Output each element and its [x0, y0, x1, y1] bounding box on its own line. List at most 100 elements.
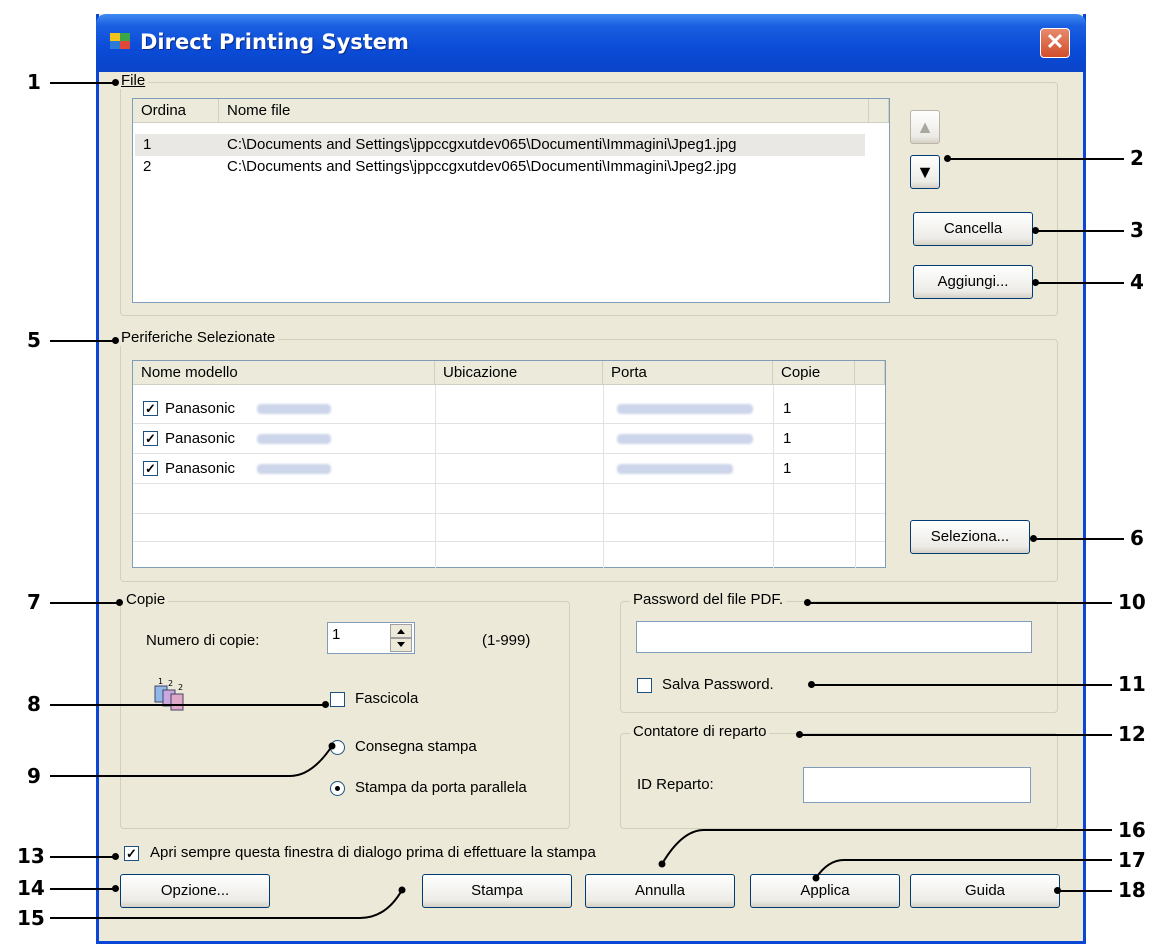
- stampa-label: Stampa: [471, 882, 523, 899]
- callout-number-8: 8: [27, 692, 41, 716]
- callout-number-15: 15: [17, 906, 45, 930]
- column-header-copie[interactable]: Copie: [773, 361, 855, 385]
- pdf-password-field[interactable]: [636, 621, 1032, 653]
- radio-parallela-label: Stampa da porta parallela: [355, 779, 527, 796]
- callout-line-1: [50, 82, 116, 84]
- column-header-ubicazione[interactable]: Ubicazione: [435, 361, 603, 385]
- seleziona-button[interactable]: Seleziona...: [910, 520, 1030, 554]
- file-list[interactable]: Ordina Nome file 1 C:\Documents and Sett…: [132, 98, 890, 303]
- callout-line-15: [50, 886, 406, 919]
- callout-dot-1: [112, 79, 119, 86]
- callout-line-12: [800, 734, 1112, 736]
- file-path: C:\Documents and Settings\jppccgxutdev06…: [227, 158, 737, 175]
- annulla-label: Annulla: [634, 882, 686, 899]
- device-copies: 1: [783, 430, 792, 447]
- device-checkbox[interactable]: ✓: [143, 401, 158, 416]
- copies-group-label: Copie: [123, 591, 169, 608]
- collate-checkbox[interactable]: [330, 692, 345, 707]
- callout-line-4: [1036, 282, 1124, 284]
- cancella-label: Cancella: [943, 220, 1003, 237]
- callout-dot-13: [112, 853, 119, 860]
- callout-line-10: [808, 602, 1112, 604]
- callout-number-10: 10: [1118, 590, 1146, 614]
- stampa-button[interactable]: Stampa: [422, 874, 572, 908]
- department-id-field[interactable]: [803, 767, 1031, 803]
- aggiungi-label: Aggiungi...: [937, 273, 1009, 290]
- column-header-nome-modello[interactable]: Nome modello: [133, 361, 435, 385]
- callout-dot-2: [944, 155, 951, 162]
- copies-number-value: 1: [332, 626, 341, 643]
- callout-number-2: 2: [1130, 146, 1144, 170]
- column-header-nome-file[interactable]: Nome file: [219, 99, 869, 123]
- pdf-password-group-label: Password del file PDF.: [630, 591, 787, 608]
- device-checkbox[interactable]: ✓: [143, 431, 158, 446]
- callout-dot-18: [1054, 887, 1061, 894]
- blurred-model: [257, 434, 331, 444]
- copies-range: (1-999): [482, 632, 531, 649]
- annulla-button[interactable]: Annulla: [585, 874, 735, 908]
- grid-line: [133, 423, 885, 424]
- collate-label: Fascicola: [355, 690, 419, 707]
- window-title: Direct Printing System: [140, 30, 409, 54]
- callout-line-11: [812, 684, 1112, 686]
- column-header-filler: [855, 361, 885, 385]
- callout-line-8: [50, 704, 326, 706]
- column-header-ordina[interactable]: Ordina: [133, 99, 219, 123]
- callout-number-13: 13: [17, 844, 45, 868]
- device-model: Panasonic: [165, 400, 236, 417]
- copies-number-label: Numero di copie:: [146, 632, 260, 649]
- always-open-checkbox[interactable]: ✓: [124, 846, 139, 861]
- radio-consegna-label: Consegna stampa: [355, 738, 477, 755]
- callout-number-5: 5: [27, 328, 41, 352]
- callout-line-7: [50, 602, 120, 604]
- grid-line: [133, 483, 885, 484]
- callout-line-2: [948, 158, 1124, 160]
- close-button[interactable]: ✕: [1040, 28, 1070, 58]
- callout-number-12: 12: [1118, 722, 1146, 746]
- callout-dot-4: [1032, 279, 1039, 286]
- device-checkbox[interactable]: ✓: [143, 461, 158, 476]
- radio-stampa-porta-parallela[interactable]: [330, 781, 345, 796]
- move-down-button[interactable]: ▼: [910, 155, 940, 189]
- pdf-password-group: [620, 601, 1058, 713]
- department-id-label: ID Reparto:: [637, 776, 714, 793]
- svg-text:1: 1: [158, 677, 163, 686]
- app-icon: [110, 33, 130, 49]
- callout-line-18: [1058, 890, 1112, 892]
- file-order: 2: [143, 158, 152, 175]
- devices-group-label: Periferiche Selezionate: [118, 329, 279, 346]
- callout-number-14: 14: [17, 876, 45, 900]
- aggiungi-button[interactable]: Aggiungi...: [913, 265, 1033, 299]
- copies-spinner-icon[interactable]: [390, 624, 412, 652]
- callout-number-18: 18: [1118, 878, 1146, 902]
- department-group-label: Contatore di reparto: [630, 723, 770, 740]
- grid-line: [133, 453, 885, 454]
- grid-line: [133, 513, 885, 514]
- device-model: Panasonic: [165, 460, 236, 477]
- file-order: 1: [143, 136, 152, 153]
- blurred-model: [257, 464, 331, 474]
- callout-dot-7: [116, 599, 123, 606]
- callout-number-6: 6: [1130, 526, 1144, 550]
- callout-line-13: [50, 856, 116, 858]
- column-header-porta[interactable]: Porta: [603, 361, 773, 385]
- callout-line-6: [1034, 538, 1124, 540]
- always-open-label: Apri sempre questa finestra di dialogo p…: [150, 844, 596, 861]
- callout-number-11: 11: [1118, 672, 1146, 696]
- callout-dot-10: [804, 599, 811, 606]
- blurred-model: [257, 404, 331, 414]
- callout-dot-5: [112, 337, 119, 344]
- blurred-port: [617, 464, 733, 474]
- collate-icon: 1 2 2: [154, 677, 184, 711]
- move-up-button[interactable]: ▲: [910, 110, 940, 144]
- device-model: Panasonic: [165, 430, 236, 447]
- callout-dot-8: [322, 701, 329, 708]
- cancella-button[interactable]: Cancella: [913, 212, 1033, 246]
- device-copies: 1: [783, 460, 792, 477]
- callout-dot-12: [796, 731, 803, 738]
- callout-number-17: 17: [1118, 848, 1146, 872]
- save-password-checkbox[interactable]: [637, 678, 652, 693]
- callout-line-9: [50, 742, 336, 777]
- svg-text:2: 2: [168, 679, 173, 688]
- device-list[interactable]: Nome modello Ubicazione Porta Copie ✓ Pa…: [132, 360, 886, 569]
